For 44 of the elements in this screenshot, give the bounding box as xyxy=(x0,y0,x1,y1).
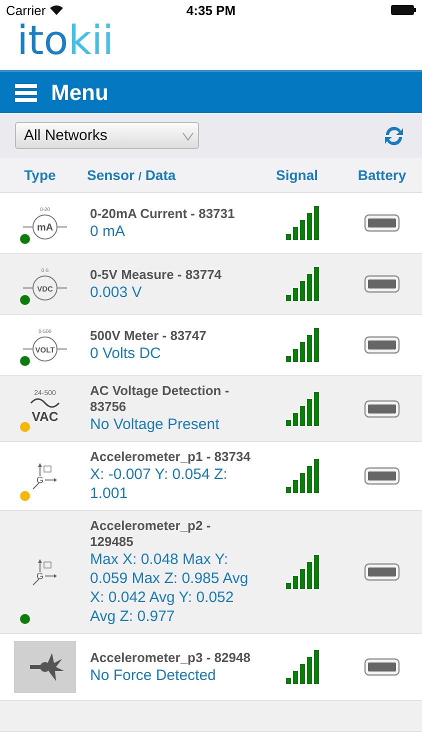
impact-icon xyxy=(14,641,76,693)
sensor-name: Accelerometer_p3 - 82948 xyxy=(90,650,252,666)
itokii-logo: itokii xyxy=(17,20,114,62)
status-time: 4:35 PM xyxy=(186,2,236,18)
column-header: Sensor xyxy=(87,167,134,183)
sensor-name: 0-20mA Current - 83731 xyxy=(90,206,236,222)
sensor-name: AC Voltage Detection - 83756 xyxy=(90,383,230,415)
signal-bars-icon xyxy=(286,459,318,493)
column-header: Data xyxy=(145,167,176,183)
battery-icon xyxy=(364,275,400,293)
carrier-label: Carrier xyxy=(6,2,46,18)
sensor-reading: 0 mA xyxy=(90,222,126,240)
signal-bars-icon xyxy=(286,392,318,426)
signal-bars-icon xyxy=(286,267,318,301)
sensor-name: Accelerometer_p2 - 129485 xyxy=(90,518,212,550)
column-header: Type xyxy=(23,167,57,183)
network-dropdown[interactable]: All Networks xyxy=(15,122,199,149)
signal-bars-icon xyxy=(286,206,318,240)
sensor-name: 0-5V Measure - 83774 xyxy=(90,266,223,282)
menu-title[interactable]: Menu xyxy=(51,80,108,106)
column-header: Battery xyxy=(356,167,408,183)
battery-status-icon xyxy=(391,5,416,15)
sensor-reading: No Force Detected xyxy=(90,666,217,684)
sensor-reading: No Voltage Present xyxy=(90,415,220,434)
separator-label: / xyxy=(138,171,142,183)
dropdown-caret-icon[interactable] xyxy=(182,130,194,140)
battery-icon xyxy=(364,563,400,581)
column-header: Signal xyxy=(274,167,319,183)
battery-icon xyxy=(364,467,400,485)
sensor-name: Accelerometer_p1 - 83734 xyxy=(90,449,252,465)
sensor-name: 500V Meter - 83747 xyxy=(90,328,208,344)
battery-icon xyxy=(364,400,400,418)
sensor-reading: X: -0.007 Y: 0.054 Z: 1.001 xyxy=(90,465,228,503)
signal-bars-icon xyxy=(286,555,318,589)
menu-icon[interactable] xyxy=(15,84,37,102)
sensor-reading: 0.003 V xyxy=(90,282,143,302)
signal-bars-icon xyxy=(286,328,318,362)
signal-bars-icon xyxy=(286,650,318,684)
battery-icon xyxy=(364,658,400,676)
sensor-reading: Max X: 0.048 Max Y: 0.059 Max Z: 0.985 Avg X: 0.042 Avg Y: 0.052 Avg Z: 0.977 xyxy=(90,550,250,626)
wifi-icon xyxy=(50,5,63,15)
battery-icon xyxy=(364,214,400,232)
battery-icon xyxy=(364,336,400,354)
sensor-reading: 0 Volts DC xyxy=(90,344,162,362)
